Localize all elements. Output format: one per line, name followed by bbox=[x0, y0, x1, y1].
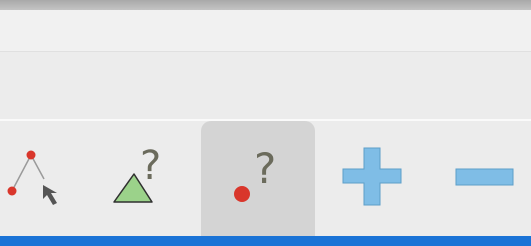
relation-point-tool-button[interactable]: ? bbox=[201, 121, 315, 236]
zoom-in-tool-button[interactable] bbox=[328, 121, 418, 236]
minus-icon bbox=[455, 168, 514, 186]
relation-triangle-tool-button[interactable]: ? bbox=[100, 121, 195, 236]
polygon-vertex-arrow-icon bbox=[7, 150, 57, 205]
secondary-band bbox=[0, 52, 531, 119]
accent-bar bbox=[0, 236, 531, 246]
triangle-question-icon: ? bbox=[113, 143, 161, 203]
question-mark-glyph: ? bbox=[140, 143, 161, 189]
toolbar: ? ? bbox=[0, 119, 531, 236]
window-top-border bbox=[0, 0, 531, 10]
plus-icon bbox=[342, 147, 402, 206]
header-band bbox=[0, 10, 531, 52]
question-mark-glyph: ? bbox=[254, 144, 276, 193]
zoom-out-tool-button[interactable] bbox=[440, 121, 531, 236]
point-question-icon: ? bbox=[234, 144, 276, 202]
polygon-move-tool-button[interactable] bbox=[0, 121, 92, 236]
